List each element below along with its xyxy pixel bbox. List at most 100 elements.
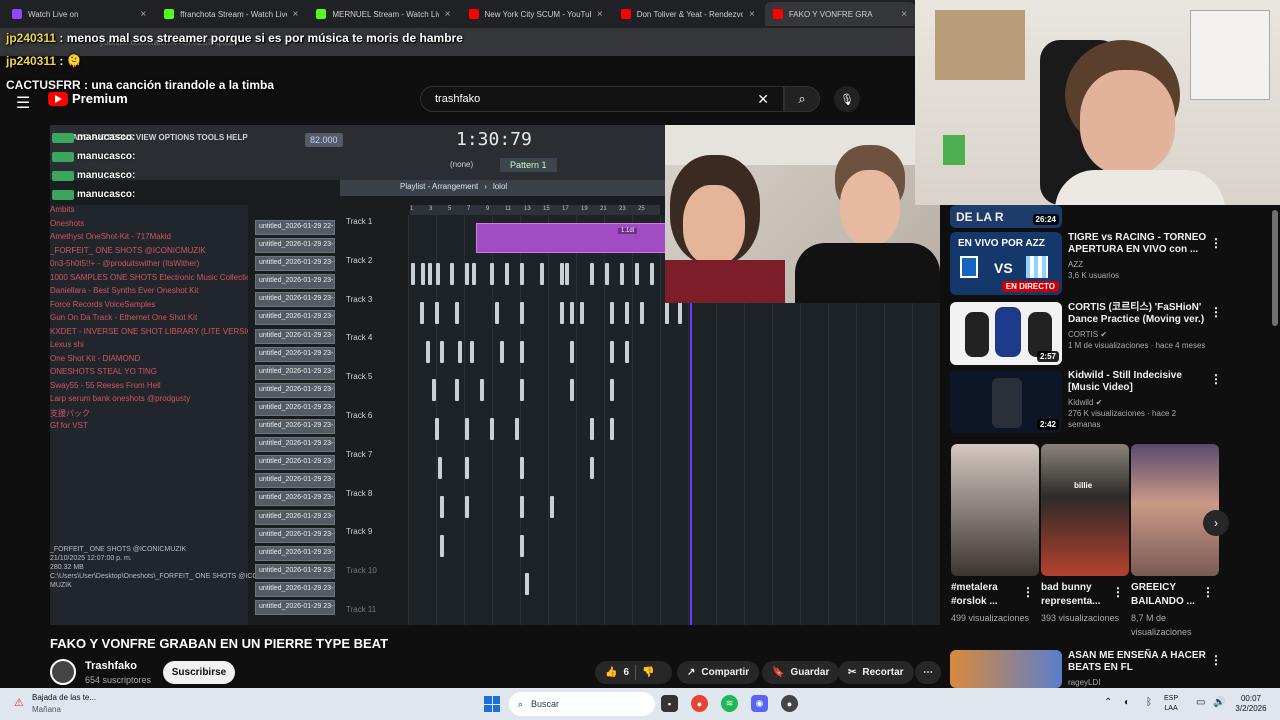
clip-button[interactable]: ✂ Recortar (838, 661, 914, 684)
fl-pattern-item[interactable]: untitled_2026-01-29 23- (255, 455, 335, 471)
channel-avatar[interactable] (50, 659, 76, 685)
tab-close-icon[interactable]: × (445, 9, 451, 20)
fl-pattern-item[interactable]: untitled_2026-01-29 23- (255, 346, 335, 362)
more-icon[interactable]: ⋮ (1022, 585, 1034, 599)
sidebar-video[interactable]: EN VIVO POR AZZ VS EN DIRECTO TIGRE vs R… (950, 232, 1208, 295)
tab-close-icon[interactable]: × (293, 9, 299, 20)
fl-track-label[interactable]: Track 8 (346, 489, 372, 498)
fl-browser-item[interactable]: KXDET - INVERSE ONE SHOT LIBRARY (LITE V… (50, 327, 248, 341)
more-actions-button[interactable]: ⋯ (915, 661, 941, 684)
fl-pattern-item[interactable]: untitled_2026-01-29 23- (255, 310, 335, 326)
hamburger-menu-icon[interactable]: ☰ (16, 93, 30, 113)
volume-icon[interactable]: 🔊 (1213, 697, 1225, 708)
subscribe-button[interactable]: Suscribirse (163, 661, 235, 684)
spotify-icon[interactable]: ≋ (721, 695, 738, 712)
fl-pattern-item[interactable]: untitled_2026-01-29 23- (255, 509, 335, 525)
fl-browser-item[interactable]: _FORFEIT_ ONE SHOTS @ICONICMUZIK (50, 246, 248, 260)
more-icon[interactable]: ⋮ (1210, 372, 1222, 386)
tab-close-icon[interactable]: × (901, 9, 907, 20)
fl-pattern-item[interactable]: untitled_2026-01-29 23- (255, 437, 335, 453)
fl-track-label[interactable]: Track 1 (346, 217, 372, 226)
taskbar-search[interactable]: ⌕ Buscar (509, 692, 655, 716)
youtube-logo[interactable]: Premium (48, 91, 128, 106)
sidebar-video[interactable]: ASAN ME ENSEÑA A HACER BEATS EN FL ragey… (950, 650, 1208, 688)
fl-track-label[interactable]: Track 10 (346, 566, 377, 575)
fl-pattern-item[interactable]: untitled_2026-01-29 22- (255, 220, 335, 235)
start-button[interactable] (484, 696, 500, 712)
search-button[interactable]: ⌕ (784, 86, 820, 112)
save-button[interactable]: 🔖 Guardar (762, 661, 840, 684)
fl-browser-item[interactable]: Oneshots (50, 219, 248, 233)
shorts-next-button[interactable]: › (1203, 510, 1229, 536)
fl-pattern-item[interactable]: untitled_2026-01-29 23- (255, 473, 335, 489)
fl-browser-item[interactable]: Gf for VST (50, 421, 248, 435)
discord-icon[interactable]: ◉ (751, 695, 768, 712)
tab-close-icon[interactable]: × (597, 9, 603, 20)
sidebar-video-partial[interactable]: DE LA R 26:24 (950, 205, 1062, 228)
more-icon[interactable]: ⋮ (1210, 305, 1222, 319)
search-input[interactable]: trashfako ✕ (420, 86, 784, 112)
more-icon[interactable]: ⋮ (1202, 585, 1214, 599)
tray-chevron-icon[interactable]: ⌃ (1104, 697, 1112, 708)
browser-tab[interactable]: ffranchota Stream - Watch Live × (156, 2, 306, 26)
sidebar-video[interactable]: 2:57 CORTIS (코르티스) 'FaSHioN' Dance Pract… (950, 302, 1208, 365)
fl-browser-item[interactable]: One Shot Kit - DIAMOND (50, 354, 248, 368)
fl-browser-item[interactable]: ONESHOTS STEAL YO TING (50, 367, 248, 381)
fl-track-label[interactable]: Track 2 (346, 256, 372, 265)
chrome-icon[interactable]: ● (691, 695, 708, 712)
fl-track-label[interactable]: Track 4 (346, 333, 372, 342)
clear-search-icon[interactable]: ✕ (757, 91, 769, 108)
fl-pattern-item[interactable]: untitled_2026-01-29 23- (255, 328, 335, 344)
fl-browser-item[interactable]: Gun On Da Track - Ethernet One Shot Kit (50, 313, 248, 327)
voice-search-button[interactable]: 🎙 (834, 86, 860, 112)
fl-pattern-item[interactable]: untitled_2026-01-29 23- (255, 238, 335, 254)
browser-tab[interactable]: FAKO Y VONFRE GRA × (764, 2, 915, 26)
weather-widget[interactable]: Bajada de las te... Mañana (14, 692, 96, 716)
fl-track-label[interactable]: Track 9 (346, 527, 372, 536)
fl-track-label[interactable]: Track 6 (346, 411, 372, 420)
more-icon[interactable]: ⋮ (1112, 585, 1124, 599)
fl-pattern-item[interactable]: untitled_2026-01-29 23- (255, 292, 335, 308)
fl-pattern-item[interactable]: untitled_2026-01-29 23- (255, 256, 335, 272)
fl-track-label[interactable]: Track 3 (346, 295, 372, 304)
sidebar-video[interactable]: 2:42 Kidwild - Still Indecisive [Music V… (950, 370, 1208, 433)
fl-pattern-item[interactable]: untitled_2026-01-29 23- (255, 382, 335, 398)
fl-browser-item[interactable]: Larp serum bank oneshots @prodgusty (50, 394, 248, 408)
language-indicator[interactable]: ESP LAA (1164, 694, 1178, 714)
fl-browser-item[interactable]: 支援パック (50, 408, 248, 422)
channel-name[interactable]: Trashfako (85, 660, 137, 672)
browser-tab[interactable]: MERNUEL Stream - Watch Live × (308, 2, 458, 26)
fl-browser-item[interactable]: Sway55 - 55 Reeses From Hell (50, 381, 248, 395)
tab-close-icon[interactable]: × (749, 9, 755, 20)
app-icon[interactable]: ● (781, 695, 798, 712)
display-icon[interactable]: ▭ (1196, 697, 1205, 708)
fl-track-label[interactable]: Track 7 (346, 450, 372, 459)
tray-bluetooth-icon[interactable]: ᛒ (1146, 697, 1152, 708)
fl-pattern-item[interactable]: untitled_2026-01-29 23- (255, 274, 335, 290)
fl-browser-item[interactable]: Force Records VoiceSamples (50, 300, 248, 314)
browser-tab[interactable]: Don Toliver & Yeat - Rendezvous × (613, 2, 763, 26)
fl-browser-item[interactable]: 0n3-5h0t5!!+ - @produitswither (ItsWithe… (50, 259, 248, 273)
browser-tab[interactable]: Watch Live on × (4, 2, 154, 26)
fl-browser-item[interactable]: Lexus shi (50, 340, 248, 354)
fl-pattern-item[interactable]: untitled_2026-01-29 23- (255, 599, 335, 615)
fl-track-label[interactable]: Track 5 (346, 372, 372, 381)
fl-browser-item[interactable]: Amethyst OneShot-Kit - 717Makid (50, 232, 248, 246)
more-icon[interactable]: ⋮ (1210, 653, 1222, 667)
fl-browser-item[interactable]: Ambits (50, 205, 248, 219)
fl-pattern-item[interactable]: untitled_2026-01-29 23- (255, 545, 335, 561)
fl-track-label[interactable]: Track 11 (346, 605, 376, 614)
share-button[interactable]: ↗ Compartir (677, 661, 760, 684)
fl-pattern-item[interactable]: untitled_2026-01-29 23- (255, 364, 335, 380)
fl-pattern-item[interactable]: untitled_2026-01-29 23- (255, 419, 335, 435)
fl-pattern-item[interactable]: untitled_2026-01-29 23- (255, 400, 335, 416)
fl-pattern-item[interactable]: untitled_2026-01-29 23- (255, 491, 335, 507)
fl-browser-item[interactable]: Daniellara - Best Synths Ever Oneshot Ki… (50, 286, 248, 300)
browser-tab[interactable]: New York City SCUM - YouTube × (461, 2, 611, 26)
fl-pattern-item[interactable]: untitled_2026-01-29 23- (255, 581, 335, 597)
like-icon[interactable]: 👍 (605, 667, 617, 678)
clock[interactable]: 00:07 3/2/2026 (1230, 694, 1272, 714)
tab-close-icon[interactable]: × (140, 9, 146, 20)
sidebar-scrollbar[interactable] (1272, 210, 1278, 326)
more-icon[interactable]: ⋮ (1210, 236, 1222, 250)
